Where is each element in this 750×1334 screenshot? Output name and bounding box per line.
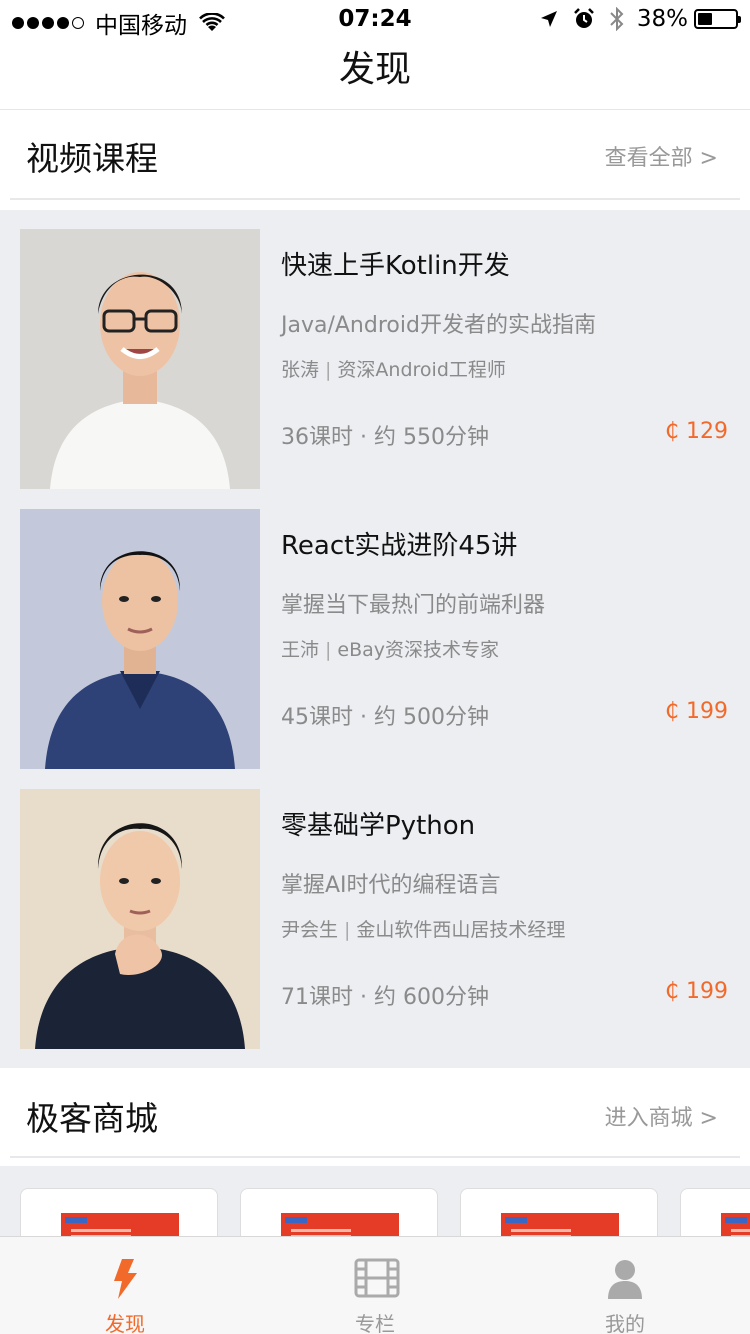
tab-discover[interactable]: 发现 bbox=[0, 1237, 250, 1334]
section-divider bbox=[10, 1156, 740, 1158]
course-price: ₵ 199 bbox=[665, 979, 728, 1004]
location-arrow-icon bbox=[540, 11, 557, 27]
battery-icon bbox=[694, 9, 741, 29]
course-card[interactable]: 快速上手Kotlin开发 Java/Android开发者的实战指南 张涛 | 资深A… bbox=[0, 229, 750, 489]
tab-label: 专栏 bbox=[355, 1312, 395, 1334]
product-image bbox=[281, 1213, 399, 1236]
course-meta: 71课时 · 约 600分钟 bbox=[281, 985, 489, 1010]
author-role: eBay资深技术专家 bbox=[337, 639, 500, 661]
instructor-photo bbox=[20, 229, 260, 489]
user-icon bbox=[608, 1260, 642, 1299]
course-title: React实战进阶45讲 bbox=[281, 531, 518, 561]
course-subtitle: 掌握AI时代的编程语言 bbox=[281, 873, 501, 898]
bluetooth-icon bbox=[610, 7, 624, 31]
product-image bbox=[721, 1213, 750, 1236]
course-meta: 36课时 · 约 550分钟 bbox=[281, 425, 489, 450]
tab-label: 发现 bbox=[105, 1312, 145, 1334]
tab-columns[interactable]: 专栏 bbox=[250, 1237, 500, 1334]
author-role: 金山软件西山居技术经理 bbox=[356, 919, 566, 941]
product-card[interactable] bbox=[240, 1188, 438, 1236]
store-section-title: 极客商城 bbox=[26, 1099, 158, 1138]
author-role: 资深Android工程师 bbox=[337, 359, 506, 381]
course-title: 快速上手Kotlin开发 bbox=[281, 251, 510, 281]
battery-percent: 38% bbox=[636, 6, 688, 32]
film-icon bbox=[354, 1258, 400, 1298]
store-section-header: 极客商城 进入商城 > bbox=[0, 1068, 750, 1158]
video-section-title: 视频课程 bbox=[26, 139, 158, 178]
status-right: 38% bbox=[525, 6, 741, 32]
course-author: 尹会生 | 金山软件西山居技术经理 bbox=[281, 919, 566, 941]
course-card[interactable]: 零基础学Python 掌握AI时代的编程语言 尹会生 | 金山软件西山居技术经理 7… bbox=[0, 789, 750, 1049]
course-list: 快速上手Kotlin开发 Java/Android开发者的实战指南 张涛 | 资深A… bbox=[0, 210, 750, 1068]
author-name: 张涛 bbox=[281, 359, 320, 381]
author-name: 王沛 bbox=[281, 639, 320, 661]
section-divider bbox=[10, 198, 740, 200]
course-title: 零基础学Python bbox=[281, 811, 476, 841]
view-all-link[interactable]: 查看全部 > bbox=[605, 140, 718, 172]
status-bar: 中国移动 07:24 38% bbox=[0, 0, 750, 40]
tab-bar: 发现 专栏 我的 bbox=[0, 1236, 750, 1334]
store-product-strip bbox=[0, 1166, 750, 1236]
course-subtitle: Java/Android开发者的实战指南 bbox=[281, 313, 596, 338]
product-image bbox=[501, 1213, 619, 1236]
lightning-icon bbox=[114, 1259, 137, 1299]
product-card[interactable] bbox=[20, 1188, 218, 1236]
course-author: 王沛 | eBay资深技术专家 bbox=[281, 639, 500, 661]
course-meta: 45课时 · 约 500分钟 bbox=[281, 705, 489, 730]
course-price: ₵ 199 bbox=[665, 699, 728, 724]
instructor-photo bbox=[20, 789, 260, 1049]
product-card[interactable] bbox=[680, 1188, 750, 1236]
course-card[interactable]: React实战进阶45讲 掌握当下最热门的前端利器 王沛 | eBay资深技术专家 … bbox=[0, 509, 750, 769]
product-image bbox=[61, 1213, 179, 1236]
course-subtitle: 掌握当下最热门的前端利器 bbox=[281, 593, 546, 618]
product-card[interactable] bbox=[460, 1188, 658, 1236]
course-author: 张涛 | 资深Android工程师 bbox=[281, 359, 506, 381]
tab-label: 我的 bbox=[605, 1312, 645, 1334]
page-title: 发现 bbox=[338, 49, 411, 90]
alarm-icon bbox=[573, 8, 594, 28]
video-section-header: 视频课程 查看全部 > bbox=[0, 110, 750, 200]
author-name: 尹会生 bbox=[281, 919, 339, 941]
enter-store-link[interactable]: 进入商城 > bbox=[605, 1100, 718, 1132]
tab-me[interactable]: 我的 bbox=[500, 1237, 750, 1334]
instructor-photo bbox=[20, 509, 260, 769]
course-price: ₵ 129 bbox=[665, 419, 728, 444]
